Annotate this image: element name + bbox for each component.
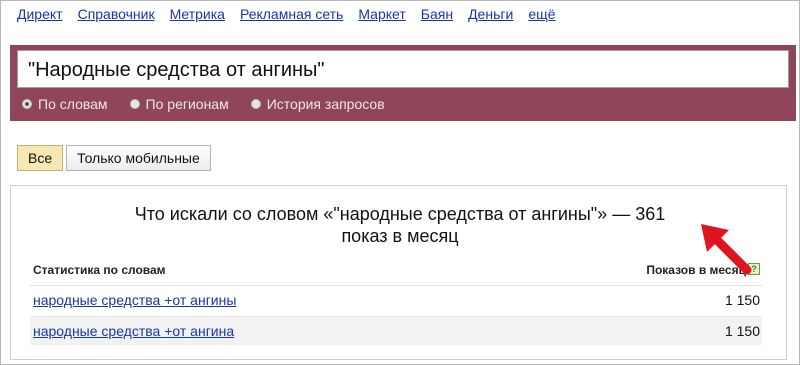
nav-link-more[interactable]: ещё — [528, 6, 555, 26]
stats-table-header: Статистика по словам Показов в месяц ? — [33, 263, 760, 279]
top-navigation: Директ Справочник Метрика Рекламная сеть… — [17, 6, 570, 26]
shows-count: 1 150 — [724, 323, 760, 339]
phrase-link[interactable]: народные средства +от ангины — [33, 286, 236, 314]
nav-link-metrika[interactable]: Метрика — [170, 6, 225, 26]
phrase-link[interactable]: народные средства +от ангина — [33, 317, 234, 345]
radio-query-history[interactable]: История запросов — [250, 96, 385, 112]
device-filter: Все Только мобильные — [17, 145, 211, 171]
nav-link-bayan[interactable]: Баян — [421, 6, 453, 26]
result-summary-line2: показ в месяц — [341, 226, 459, 246]
radio-label: По регионам — [145, 96, 229, 112]
nav-link-dengi[interactable]: Деньги — [468, 6, 513, 26]
radio-unchecked-icon — [129, 99, 140, 109]
radio-label: История запросов — [266, 96, 385, 112]
red-arrow-icon — [701, 224, 752, 275]
radio-by-words[interactable]: По словам — [22, 96, 108, 112]
filter-all-button[interactable]: Все — [17, 145, 64, 171]
column-header-words: Статистика по словам — [33, 263, 166, 277]
table-row: народные средства +от ангина 1 150 — [30, 316, 762, 345]
table-row: народные средства +от ангины 1 150 — [30, 285, 762, 314]
radio-by-regions[interactable]: По регионам — [129, 96, 229, 112]
result-summary: Что искали со словом «"народные средства… — [0, 203, 800, 247]
nav-link-market[interactable]: Маркет — [358, 6, 405, 26]
search-mode-radios: По словам По регионам История запросов — [22, 94, 407, 114]
nav-link-direct[interactable]: Директ — [17, 6, 63, 26]
filter-mobile-button[interactable]: Только мобильные — [66, 145, 211, 171]
shows-count: 1 150 — [724, 292, 760, 308]
radio-label: По словам — [38, 96, 108, 112]
result-summary-line1: Что искали со словом «"народные средства… — [134, 204, 666, 224]
nav-link-spravochnik[interactable]: Справочник — [78, 6, 155, 26]
radio-checked-icon — [22, 99, 32, 109]
nav-link-ad-network[interactable]: Рекламная сеть — [240, 6, 343, 26]
search-input[interactable]: "Народные средства от ангины" — [17, 50, 789, 88]
radio-unchecked-icon — [250, 99, 261, 109]
